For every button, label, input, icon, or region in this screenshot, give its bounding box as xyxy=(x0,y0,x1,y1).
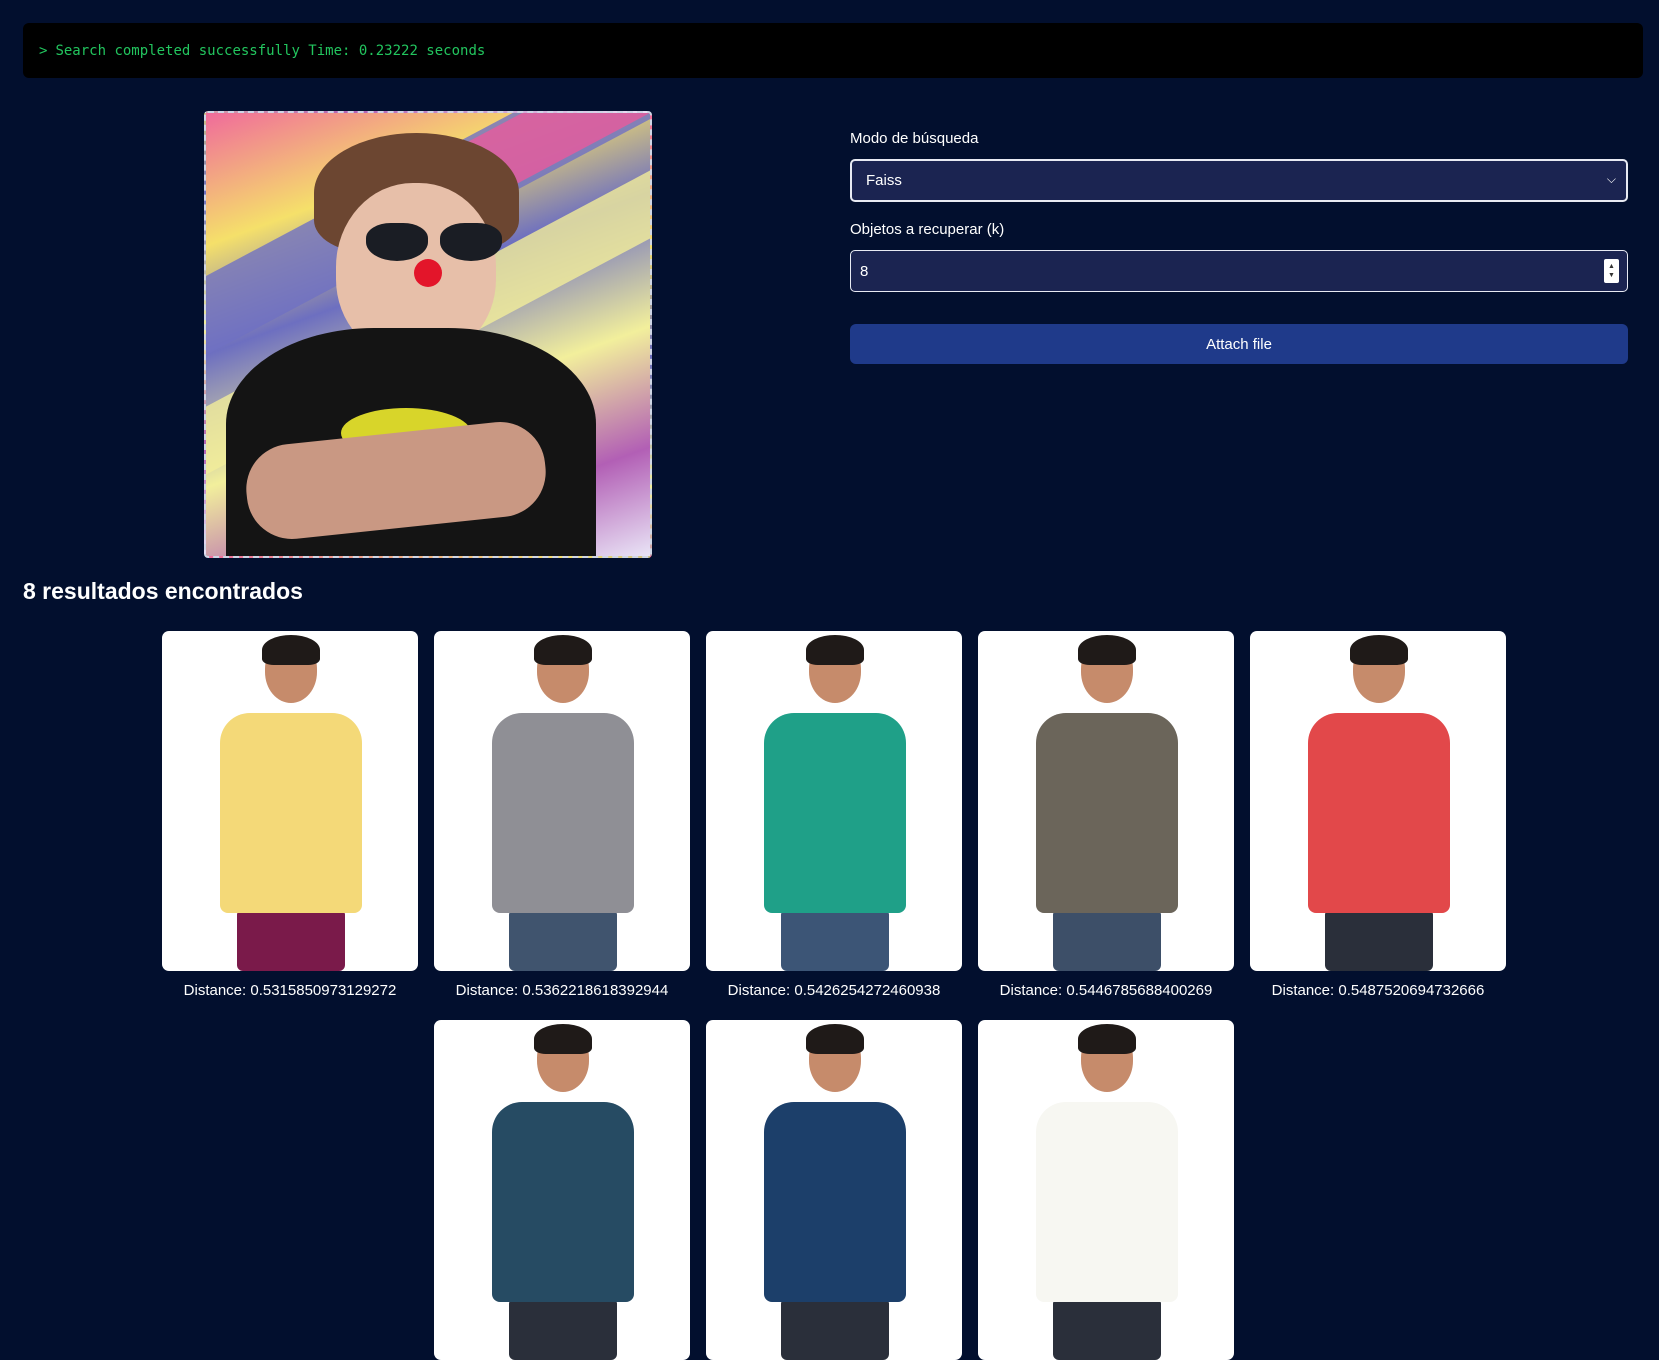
result-card[interactable] xyxy=(1250,631,1506,971)
result-distance: Distance: 0.5446785688400269 xyxy=(999,982,1213,999)
result-card[interactable] xyxy=(978,631,1234,971)
result-distance: Distance: 0.5487520694732666 xyxy=(1271,982,1485,999)
result-image xyxy=(978,631,1234,971)
k-input[interactable]: 8 ▲ ▼ xyxy=(850,250,1628,292)
result-image xyxy=(978,1020,1234,1360)
clown-nose xyxy=(414,259,442,287)
stepper-up-icon[interactable]: ▲ xyxy=(1608,262,1615,271)
result-image xyxy=(706,1020,962,1360)
result-card[interactable] xyxy=(434,631,690,971)
result-image xyxy=(434,1020,690,1360)
k-stepper[interactable]: ▲ ▼ xyxy=(1604,259,1619,283)
result-card[interactable] xyxy=(978,1020,1234,1360)
k-label: Objetos a recuperar (k) xyxy=(850,221,1005,238)
sunglasses-left xyxy=(366,223,428,261)
result-card[interactable] xyxy=(706,1020,962,1360)
result-card[interactable] xyxy=(162,631,418,971)
status-message: Search completed successfully Time: 0.23… xyxy=(55,42,486,59)
mode-label: Modo de búsqueda xyxy=(850,130,979,147)
result-card[interactable] xyxy=(434,1020,690,1360)
query-image[interactable] xyxy=(204,111,652,558)
mode-select-value: Faiss xyxy=(866,172,902,189)
sunglasses-right xyxy=(440,223,502,261)
result-distance: Distance: 0.5315850973129272 xyxy=(183,982,397,999)
result-card[interactable] xyxy=(706,631,962,971)
result-image xyxy=(1250,631,1506,971)
results-title: 8 resultados encontrados xyxy=(23,578,303,604)
k-input-value: 8 xyxy=(860,262,869,280)
result-distance: Distance: 0.5426254272460938 xyxy=(727,982,941,999)
console-prompt: > xyxy=(39,42,48,59)
status-console: > Search completed successfully Time: 0.… xyxy=(23,23,1643,78)
result-image xyxy=(706,631,962,971)
stepper-down-icon[interactable]: ▼ xyxy=(1608,271,1615,280)
result-distance: Distance: 0.5362218618392944 xyxy=(455,982,669,999)
result-image xyxy=(162,631,418,971)
attach-file-button[interactable]: Attach file xyxy=(850,324,1628,364)
mode-select[interactable]: Faiss ⌵ xyxy=(850,159,1628,202)
result-image xyxy=(434,631,690,971)
chevron-down-icon: ⌵ xyxy=(1606,172,1616,186)
